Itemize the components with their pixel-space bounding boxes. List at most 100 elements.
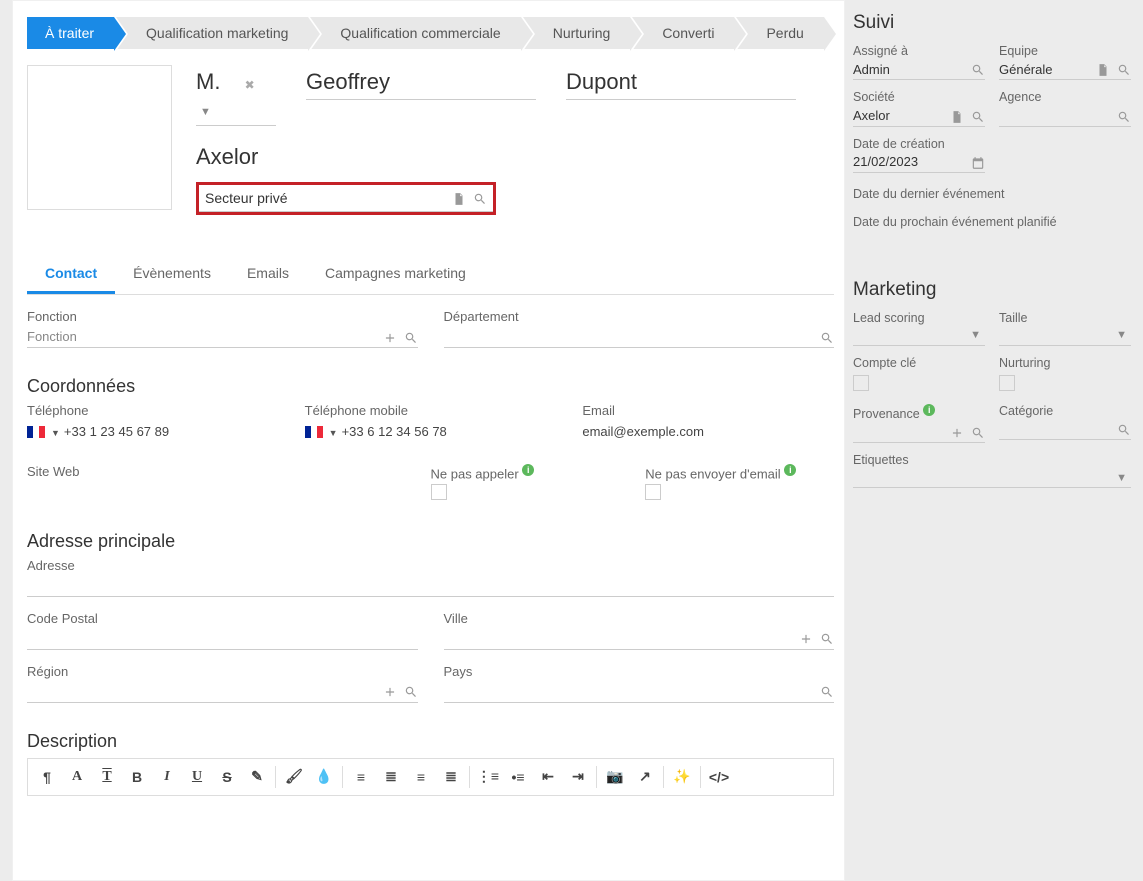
link-button[interactable]: ↗ [630, 763, 660, 791]
tab-evenements[interactable]: Évènements [115, 255, 229, 294]
plus-icon[interactable] [383, 683, 397, 699]
textsize-button[interactable]: T [92, 763, 122, 791]
assigne-input[interactable]: Admin [853, 59, 985, 80]
chevron-down-icon[interactable]: ▼ [966, 329, 985, 341]
avatar-placeholder[interactable] [27, 65, 172, 210]
agence-input[interactable] [999, 105, 1131, 126]
search-icon[interactable] [820, 630, 834, 646]
chevron-down-icon[interactable]: ▼ [329, 428, 338, 438]
lastname-input[interactable]: Dupont [566, 65, 796, 100]
plus-icon[interactable] [950, 424, 964, 440]
magic-button[interactable]: ✨ [667, 763, 697, 791]
search-icon[interactable] [404, 683, 418, 699]
company-label: Axelor [196, 144, 834, 170]
taille-input[interactable]: ▼ [999, 326, 1131, 346]
search-icon[interactable] [971, 107, 985, 123]
leadscoring-input[interactable]: ▼ [853, 326, 985, 346]
italic-button[interactable]: I [152, 763, 182, 791]
tab-campagnes[interactable]: Campagnes marketing [307, 255, 484, 294]
search-icon[interactable] [1117, 61, 1131, 77]
datecreation-input[interactable]: 21/02/2023 [853, 152, 985, 173]
search-icon[interactable] [473, 190, 487, 206]
comptecle-checkbox[interactable] [853, 375, 869, 391]
indent-button[interactable]: ⇤ [533, 763, 563, 791]
pilcrow-button[interactable]: ¶ [32, 763, 62, 791]
nurturing-checkbox[interactable] [999, 375, 1015, 391]
departement-input[interactable] [444, 326, 835, 348]
plus-icon[interactable] [383, 329, 397, 345]
calendar-icon[interactable] [971, 154, 985, 170]
stage-nurturing[interactable]: Nurturing [523, 17, 631, 49]
sector-highlight: Secteur privé [196, 182, 496, 215]
doc-icon[interactable] [1096, 61, 1110, 77]
alignright-button[interactable]: ≡ [406, 763, 436, 791]
search-icon[interactable] [1117, 107, 1131, 123]
info-icon[interactable]: i [923, 404, 935, 416]
search-icon[interactable] [971, 424, 985, 440]
cp-input[interactable] [27, 628, 418, 650]
ol-button[interactable]: ⋮≡ [473, 763, 503, 791]
chevron-down-icon[interactable]: ▼ [1112, 329, 1131, 341]
ul-button[interactable]: •≡ [503, 763, 533, 791]
doc-icon[interactable] [950, 107, 964, 123]
societe-input[interactable]: Axelor [853, 105, 985, 126]
stage-qualif-commerciale[interactable]: Qualification commerciale [310, 17, 520, 49]
firstname-input[interactable]: Geoffrey [306, 65, 536, 100]
categorie-input[interactable] [999, 419, 1131, 440]
search-icon[interactable] [820, 329, 834, 345]
taille-label: Taille [999, 311, 1131, 325]
chevron-down-icon[interactable]: ▼ [1112, 472, 1131, 484]
pays-input[interactable] [444, 681, 835, 703]
adresse-label: Adresse [27, 558, 834, 573]
stage-perdu[interactable]: Perdu [736, 17, 823, 49]
title-select[interactable]: M. ✖ ▼ [196, 65, 276, 126]
siteweb-label: Site Web [27, 464, 405, 479]
chevron-down-icon[interactable]: ▼ [51, 428, 60, 438]
info-icon[interactable]: i [522, 464, 534, 476]
stage-qualif-marketing[interactable]: Qualification marketing [116, 17, 308, 49]
email-label: Email [582, 403, 834, 418]
alignleft-button[interactable]: ≡ [346, 763, 376, 791]
search-icon[interactable] [971, 61, 985, 77]
aligncenter-button[interactable]: ≣ [376, 763, 406, 791]
ville-input[interactable] [444, 628, 835, 650]
search-icon[interactable] [820, 683, 834, 699]
etiquettes-input[interactable]: ▼ [853, 468, 1131, 488]
adresse-input[interactable] [27, 575, 834, 597]
color-button[interactable]: 💧 [309, 763, 339, 791]
code-button[interactable]: </> [704, 763, 734, 791]
bold-button[interactable]: B [122, 763, 152, 791]
plus-icon[interactable] [799, 630, 813, 646]
stage-converti[interactable]: Converti [632, 17, 734, 49]
fonction-input[interactable]: Fonction [27, 326, 418, 348]
underline-button[interactable]: U [182, 763, 212, 791]
assigne-label: Assigné à [853, 44, 985, 58]
nepas-email-checkbox[interactable] [645, 484, 661, 500]
tab-contact[interactable]: Contact [27, 255, 115, 294]
telmobile-input[interactable]: ▼+33 6 12 34 56 78 [305, 420, 557, 442]
doc-icon[interactable] [452, 190, 466, 206]
brush-button[interactable]: 🖌 [279, 763, 309, 791]
nepas-email-label: Ne pas envoyer d'email i [645, 464, 834, 481]
chevron-down-icon[interactable]: ▼ [196, 106, 215, 118]
telephone-input[interactable]: ▼+33 1 23 45 67 89 [27, 420, 279, 442]
provenance-input[interactable] [853, 422, 985, 443]
nepas-appeler-checkbox[interactable] [431, 484, 447, 500]
stage-a-traiter[interactable]: À traiter [27, 17, 114, 49]
outdent-button[interactable]: ⇥ [563, 763, 593, 791]
telephone-label: Téléphone [27, 403, 279, 418]
clear-icon[interactable]: ✖ [245, 78, 255, 92]
alignjustify-button[interactable]: ≣ [436, 763, 466, 791]
clearformat-button[interactable]: ✎ [242, 763, 272, 791]
equipe-input[interactable]: Générale [999, 59, 1131, 80]
font-button[interactable]: A [62, 763, 92, 791]
region-input[interactable] [27, 681, 418, 703]
strike-button[interactable]: S [212, 763, 242, 791]
info-icon[interactable]: i [784, 464, 796, 476]
sector-input[interactable]: Secteur privé [199, 185, 493, 212]
email-input[interactable]: email@exemple.com [582, 420, 834, 442]
search-icon[interactable] [404, 329, 418, 345]
search-icon[interactable] [1117, 421, 1131, 437]
image-button[interactable]: 📷 [600, 763, 630, 791]
tab-emails[interactable]: Emails [229, 255, 307, 294]
